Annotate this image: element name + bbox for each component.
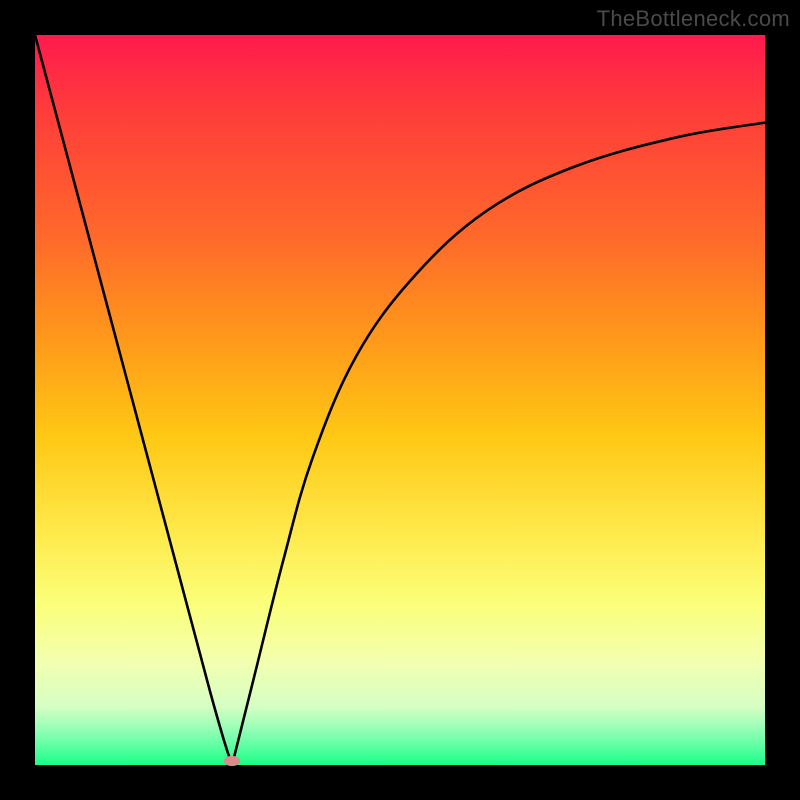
curve-right [232, 123, 765, 765]
chart-frame: TheBottleneck.com [0, 0, 800, 800]
minimum-marker [224, 756, 240, 766]
watermark-text: TheBottleneck.com [597, 6, 790, 32]
curve-left [35, 35, 232, 765]
curve-svg [35, 35, 765, 765]
plot-area [35, 35, 765, 765]
